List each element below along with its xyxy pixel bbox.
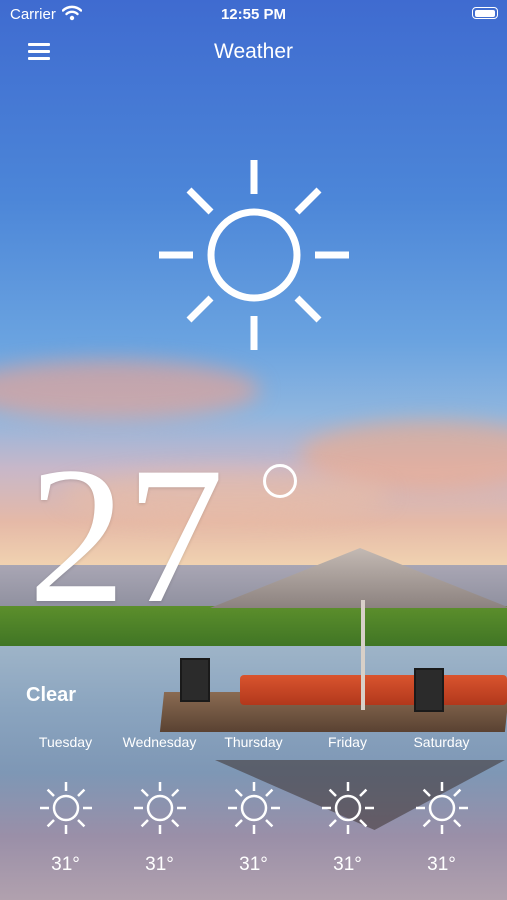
battery-icon: [472, 7, 498, 19]
current-condition: Clear: [26, 684, 77, 706]
sun-icon: [415, 782, 468, 834]
forecast-temp: 31°: [427, 854, 456, 875]
forecast-temp: 31°: [145, 854, 174, 875]
status-time: 12:55 PM: [220, 6, 287, 23]
sun-icon: [227, 782, 280, 834]
forecast-day: Saturday 31°: [394, 734, 489, 876]
forecast-temp: 31°: [239, 854, 268, 875]
forecast-day-name: Friday: [328, 734, 367, 750]
page-title: Weather: [214, 40, 293, 63]
sun-icon: [133, 782, 186, 834]
nav-bar: Weather: [0, 30, 507, 74]
forecast-day-name: Saturday: [413, 734, 470, 750]
sun-icon: [39, 782, 92, 834]
forecast-day: Wednesday 31°: [112, 734, 207, 876]
sun-icon: [159, 160, 349, 350]
degree-symbol: [263, 464, 297, 498]
forecast-temp: 31°: [333, 854, 362, 875]
forecast-day-name: Thursday: [224, 734, 283, 750]
forecast-row: Tuesday 31° Wednesday 31° Thursday 31° F…: [18, 734, 507, 884]
forecast-temp: 31°: [51, 854, 80, 875]
forecast-day-name: Tuesday: [38, 734, 93, 750]
forecast-day-name: Wednesday: [122, 734, 197, 750]
forecast-day: Tuesday 31°: [18, 734, 113, 876]
forecast-day: Friday 31°: [300, 734, 395, 876]
current-temperature: 27: [28, 427, 224, 644]
status-bar: Carrier 12:55 PM: [0, 0, 507, 28]
sun-icon: [321, 782, 374, 834]
forecast-day: Thursday 31°: [206, 734, 301, 876]
